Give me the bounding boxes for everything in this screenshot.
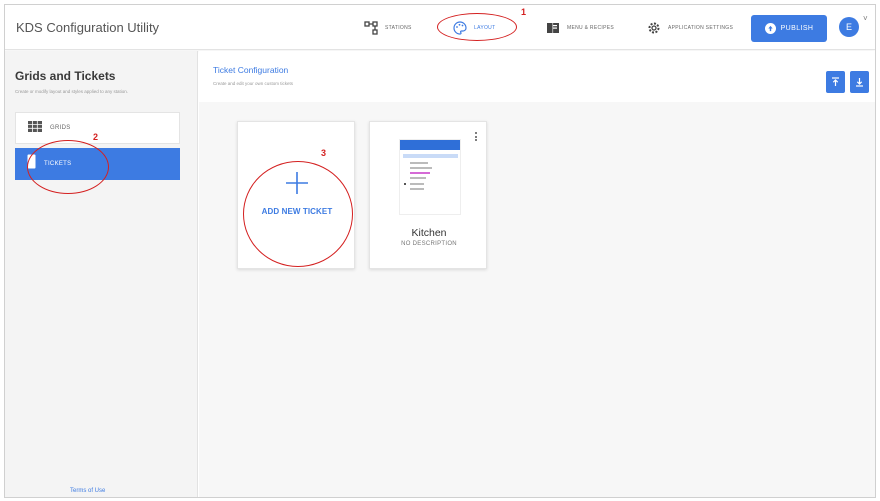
sidebar: Grids and Tickets Create or modify layou… [5, 51, 198, 497]
nav-application-settings[interactable]: APPLICATION SETTINGS [646, 18, 733, 38]
avatar[interactable]: E [839, 17, 859, 37]
stations-icon [363, 20, 379, 36]
nav-menu-recipes[interactable]: MENU & RECIPES [545, 18, 614, 38]
annotation-number-2: 2 [93, 132, 99, 142]
more-vert-icon[interactable] [475, 132, 478, 142]
annotation-ellipse-tickets [27, 140, 109, 194]
page-subtitle: Create and edit your own custom tickets [213, 81, 294, 86]
main-header: Ticket Configuration Create and edit you… [199, 51, 875, 102]
app-window: KDS Configuration Utility STATIONS LAYOU… [4, 4, 876, 498]
gear-icon [646, 20, 662, 36]
upload-button[interactable] [826, 71, 845, 93]
page-title: Ticket Configuration [213, 65, 289, 75]
book-icon [545, 20, 561, 36]
chevron-down-icon[interactable]: ˅ [863, 14, 868, 23]
annotation-ellipse-add-ticket [243, 161, 353, 267]
annotation-ellipse-layout [437, 13, 517, 41]
annotation-number-3: 3 [321, 148, 327, 158]
sidebar-item-grids-label: GRIDS [50, 125, 71, 131]
grid-icon [28, 119, 42, 137]
ticket-card-kitchen[interactable]: Kitchen NO DESCRIPTION [369, 121, 487, 269]
annotation-number-1: 1 [521, 7, 527, 17]
ticket-title: Kitchen [411, 227, 447, 239]
ticket-preview [399, 139, 461, 215]
app-title: KDS Configuration Utility [16, 20, 160, 35]
nav-menu-recipes-label: MENU & RECIPES [567, 25, 614, 31]
sidebar-subtitle: Create or modify layout and styles appli… [15, 89, 129, 94]
terms-of-use-link[interactable]: Terms of Use [70, 488, 105, 494]
nav-stations[interactable]: STATIONS [363, 18, 412, 38]
main-content: Ticket Configuration Create and edit you… [199, 51, 875, 497]
publish-label: PUBLISH [780, 25, 814, 32]
upload-icon [764, 23, 776, 34]
nav-app-settings-label: APPLICATION SETTINGS [668, 25, 734, 31]
publish-button[interactable]: PUBLISH [751, 15, 827, 42]
sidebar-title: Grids and Tickets [15, 69, 116, 83]
upload-icon [832, 77, 839, 86]
nav-stations-label: STATIONS [385, 25, 412, 31]
download-icon [856, 78, 863, 87]
ticket-description: NO DESCRIPTION [401, 241, 457, 247]
download-button[interactable] [850, 71, 869, 93]
